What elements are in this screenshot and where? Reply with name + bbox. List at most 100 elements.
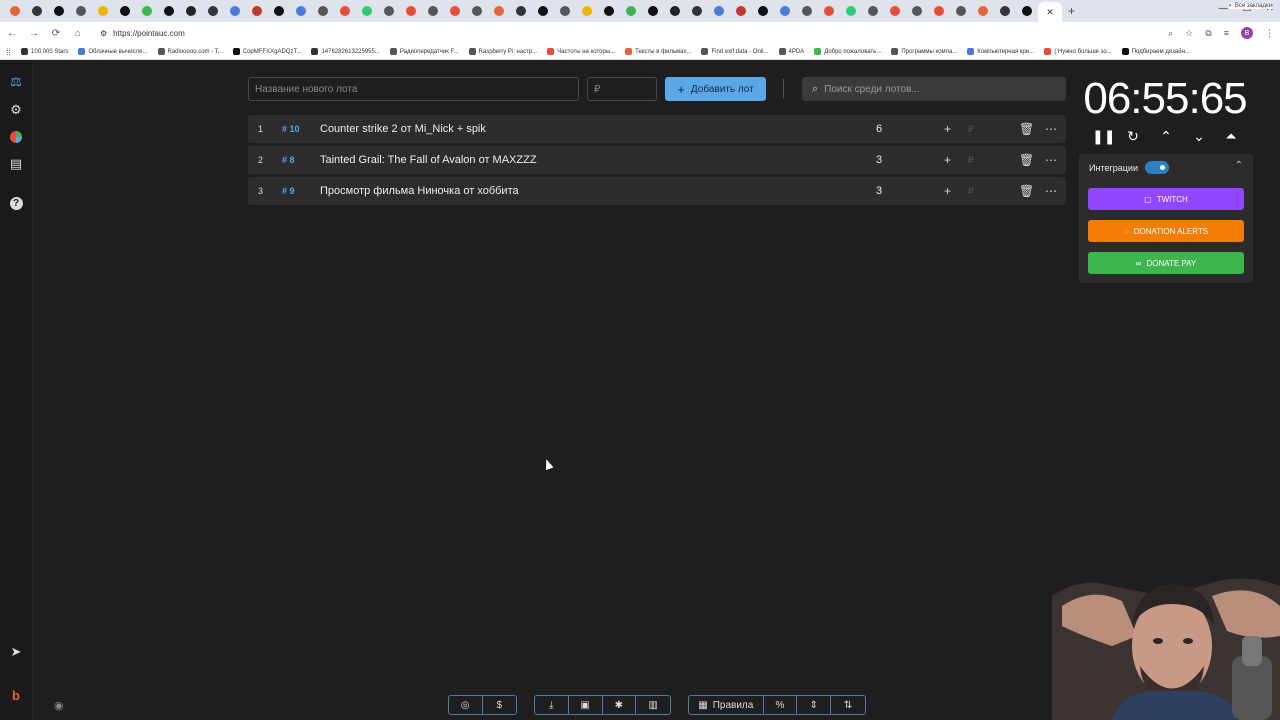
browser-tab[interactable] bbox=[972, 2, 994, 20]
donate-dollar-icon[interactable]: $ bbox=[483, 696, 517, 714]
browser-tab[interactable] bbox=[532, 2, 554, 20]
browser-tab[interactable] bbox=[92, 2, 114, 20]
site-info-icon[interactable]: ⚙ bbox=[100, 29, 107, 38]
bookmark-item[interactable]: CopMFFXXgADQzT... bbox=[232, 48, 301, 55]
browser-tab[interactable] bbox=[774, 2, 796, 20]
more-options-icon[interactable]: ⋯ bbox=[1045, 122, 1057, 136]
rules-button[interactable]: ▦ Правила bbox=[689, 696, 764, 714]
extensions-icon[interactable]: ⧉ bbox=[1205, 28, 1211, 39]
browser-tab[interactable] bbox=[488, 2, 510, 20]
bookmark-item[interactable]: Тексты в фильмах... bbox=[625, 48, 691, 55]
browser-tab[interactable] bbox=[510, 2, 532, 20]
browser-tab[interactable] bbox=[862, 2, 884, 20]
bookmark-item[interactable]: Программы компа... bbox=[891, 48, 957, 55]
browser-tab[interactable] bbox=[290, 2, 312, 20]
browser-tab[interactable] bbox=[994, 2, 1016, 20]
browser-tab[interactable] bbox=[48, 2, 70, 20]
ruble-icon[interactable]: ₽ bbox=[968, 186, 974, 197]
bug-icon[interactable]: ✱ bbox=[603, 696, 637, 714]
new-lot-name-input[interactable]: Название нового лота bbox=[248, 77, 579, 101]
lot-row[interactable]: 3 # 9 Просмотр фильма Ниночка от хоббита 3 +… bbox=[248, 177, 1066, 205]
percent-icon[interactable]: % bbox=[764, 696, 798, 714]
bookmark-item[interactable]: Частоты на которы... bbox=[547, 48, 615, 55]
more-icon[interactable]: ⋮ bbox=[1265, 28, 1274, 39]
visibility-eye-icon[interactable]: ◉ bbox=[54, 699, 64, 712]
more-options-icon[interactable]: ⋯ bbox=[1045, 184, 1057, 198]
bookmark-item[interactable]: 1476282613225955... bbox=[311, 48, 380, 55]
integration-donation-alerts-button[interactable]: ◌ DONATION ALERTS bbox=[1088, 220, 1244, 242]
browser-tab[interactable] bbox=[268, 2, 290, 20]
browser-tab[interactable] bbox=[884, 2, 906, 20]
delete-trash-icon[interactable]: 🗑 bbox=[1019, 153, 1034, 167]
minimize-icon[interactable]: — bbox=[1219, 3, 1229, 14]
brand-logo-icon[interactable]: b bbox=[8, 687, 24, 703]
bookmark-item[interactable]: Добро пожаловать... bbox=[814, 48, 881, 55]
star-icon[interactable]: ☆ bbox=[1185, 28, 1193, 39]
clear-list-icon[interactable]: ▥ bbox=[636, 696, 670, 714]
browser-tab[interactable] bbox=[422, 2, 444, 20]
lot-name[interactable]: Tainted Grail: The Fall of Avalon от MAX… bbox=[320, 154, 537, 166]
bookmark-item[interactable]: Радиопередатчик F... bbox=[389, 48, 459, 55]
browser-tab[interactable] bbox=[26, 2, 48, 20]
profile-avatar[interactable]: B bbox=[1241, 27, 1253, 39]
browser-tab[interactable] bbox=[224, 2, 246, 20]
bookmark-item[interactable]: Raspberry Pi: настр... bbox=[468, 48, 537, 55]
browser-tab[interactable] bbox=[180, 2, 202, 20]
browser-tab[interactable] bbox=[642, 2, 664, 20]
bookmark-item[interactable]: Компьютерная кри... bbox=[967, 48, 1034, 55]
chevron-up-icon[interactable]: ⌃ bbox=[1157, 128, 1175, 145]
lot-search-input[interactable]: ⌕ Поиск среди лотов... bbox=[802, 77, 1066, 101]
ruble-icon[interactable]: ₽ bbox=[968, 155, 974, 166]
collapse-chevron-icon[interactable]: ⌃ bbox=[1235, 160, 1243, 171]
forward-icon[interactable]: → bbox=[28, 28, 40, 39]
bookmark-item[interactable]: 4PDA bbox=[778, 48, 804, 55]
pause-icon[interactable]: ❚❚ bbox=[1092, 128, 1115, 145]
clipboard-icon[interactable]: ▤ bbox=[8, 156, 24, 172]
delete-trash-icon[interactable]: 🗑 bbox=[1019, 122, 1034, 136]
lot-name[interactable]: Просмотр фильма Ниночка от хоббита bbox=[320, 185, 519, 197]
browser-tab[interactable] bbox=[730, 2, 752, 20]
lot-name[interactable]: Counter strike 2 от Mi_Nick + spik bbox=[320, 123, 486, 135]
browser-tab[interactable] bbox=[334, 2, 356, 20]
browser-tab[interactable] bbox=[950, 2, 972, 20]
home-icon[interactable]: ⌂ bbox=[72, 28, 84, 39]
add-amount-plus-icon[interactable]: + bbox=[944, 122, 951, 136]
browser-tab[interactable] bbox=[576, 2, 598, 20]
save-icon[interactable]: ▣ bbox=[569, 696, 603, 714]
browser-tab[interactable] bbox=[928, 2, 950, 20]
integration-twitch-button[interactable]: ▢ TWITCH bbox=[1088, 188, 1244, 210]
browser-tab[interactable] bbox=[686, 2, 708, 20]
ruble-icon[interactable]: ₽ bbox=[968, 124, 974, 135]
browser-tab[interactable] bbox=[114, 2, 136, 20]
all-bookmarks[interactable]: » Все закладки bbox=[1228, 3, 1272, 9]
delete-trash-icon[interactable]: 🗑 bbox=[1019, 184, 1034, 198]
chevron-down-icon[interactable]: ⌄ bbox=[1190, 128, 1208, 145]
browser-tab[interactable] bbox=[708, 2, 730, 20]
more-options-icon[interactable]: ⋯ bbox=[1045, 153, 1057, 167]
browser-tab[interactable] bbox=[202, 2, 224, 20]
menu-list-icon[interactable]: ≡ bbox=[1224, 28, 1229, 38]
browser-tab[interactable] bbox=[444, 2, 466, 20]
browser-tab[interactable] bbox=[818, 2, 840, 20]
browser-tab[interactable] bbox=[158, 2, 180, 20]
browser-tab[interactable]: ✕ bbox=[1038, 2, 1062, 22]
bookmark-item[interactable]: Find exif data - Onli... bbox=[701, 48, 769, 55]
bookmark-item[interactable]: Radiooooo.com - T... bbox=[157, 48, 223, 55]
merge-icon[interactable]: ⇕ bbox=[797, 696, 832, 714]
browser-tab[interactable] bbox=[796, 2, 818, 20]
browser-tab[interactable] bbox=[246, 2, 268, 20]
browser-tab[interactable] bbox=[400, 2, 422, 20]
add-lot-button[interactable]: + Добавить лот bbox=[665, 77, 766, 101]
browser-tab[interactable] bbox=[620, 2, 642, 20]
add-amount-plus-icon[interactable]: + bbox=[944, 184, 951, 198]
double-up-icon[interactable]: ⏶ bbox=[1222, 128, 1240, 145]
settings-gear-icon[interactable]: ⚙ bbox=[8, 102, 24, 118]
sort-icon[interactable]: ⇅ bbox=[831, 696, 865, 714]
telegram-icon[interactable]: ➤ bbox=[8, 644, 24, 660]
bookmark-item[interactable]: ( Нужно больше зо... bbox=[1044, 48, 1112, 55]
browser-tab[interactable] bbox=[1016, 2, 1038, 20]
bookmark-item[interactable]: 100,000 Stars bbox=[21, 48, 68, 55]
integrations-toggle[interactable] bbox=[1145, 161, 1169, 174]
browser-tab[interactable] bbox=[312, 2, 334, 20]
back-icon[interactable]: ← bbox=[6, 28, 18, 39]
